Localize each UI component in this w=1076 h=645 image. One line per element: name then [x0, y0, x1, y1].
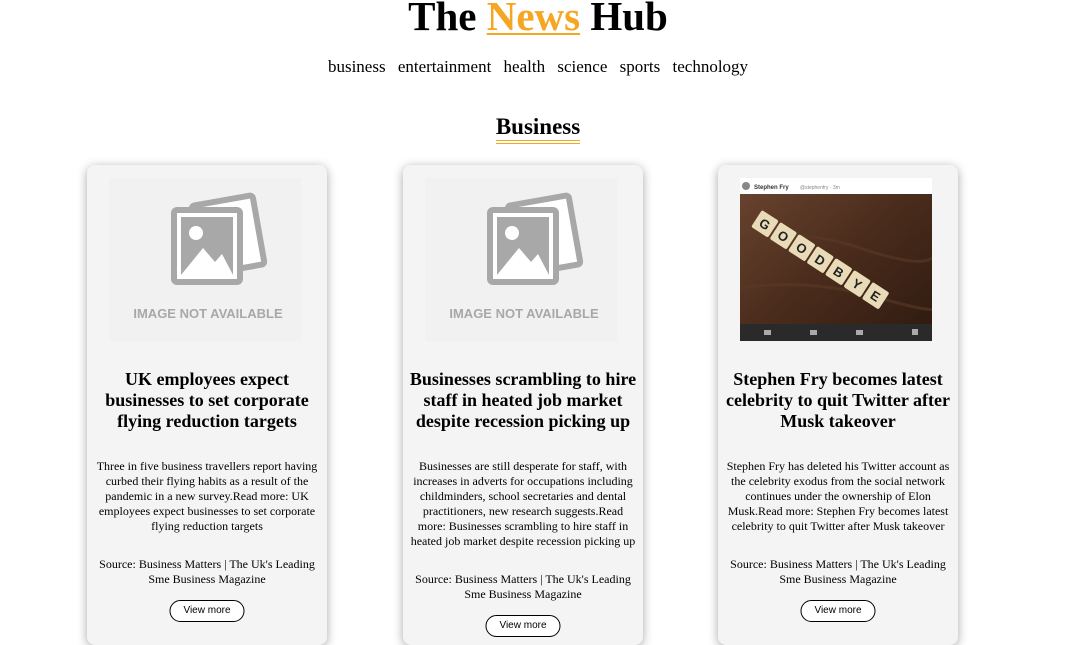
card-source: Source: Business Matters | The Uk's Lead… [415, 572, 631, 601]
view-more-button[interactable]: View more [169, 600, 245, 622]
card-title: Stephen Fry becomes latest celebrity to … [726, 369, 950, 431]
nav-item-sports[interactable]: sports [620, 57, 661, 76]
site-title-prefix: The [408, 0, 477, 39]
card-description: Three in five business travellers report… [96, 459, 318, 533]
image-placeholder-icon: IMAGE NOT AVAILABLE [133, 192, 283, 321]
article-photo: Stephen Fry @stephenfry · 3m G O O D B Y… [740, 178, 932, 341]
site-title-accent[interactable]: News [487, 0, 580, 39]
photo-header-text: Stephen Fry [754, 185, 789, 191]
goodbye-tiles-photo: Stephen Fry @stephenfry · 3m G O O D B Y… [740, 178, 932, 341]
svg-text:@stephenfry · 3m: @stephenfry · 3m [800, 185, 840, 191]
card-source: Source: Business Matters | The Uk's Lead… [99, 557, 315, 586]
view-more-button[interactable]: View more [800, 600, 876, 622]
card-description: Stephen Fry has deleted his Twitter acco… [726, 459, 950, 533]
view-more-button[interactable]: View more [485, 615, 561, 637]
nav-item-health[interactable]: health [504, 57, 546, 76]
image-not-available-placeholder: IMAGE NOT AVAILABLE [425, 178, 617, 341]
section-heading-text: Business [495, 114, 581, 144]
site-title: The News Hub [0, 0, 1076, 46]
image-not-available-placeholder: IMAGE NOT AVAILABLE [109, 178, 301, 341]
placeholder-text: IMAGE NOT AVAILABLE [449, 306, 599, 321]
image-placeholder-icon: IMAGE NOT AVAILABLE [449, 192, 599, 321]
section-heading: Business [0, 114, 1076, 144]
news-card: IMAGE NOT AVAILABLE UK employees expect … [87, 165, 327, 645]
nav-item-technology[interactable]: technology [673, 57, 749, 76]
card-description: Businesses are still desperate for staff… [410, 459, 636, 548]
category-nav: business entertainment health science sp… [0, 56, 1076, 78]
card-title: UK employees expect businesses to set co… [105, 369, 309, 431]
card-source: Source: Business Matters | The Uk's Lead… [730, 557, 946, 586]
nav-item-entertainment[interactable]: entertainment [398, 57, 491, 76]
site-title-suffix: Hub [590, 0, 668, 39]
news-card: IMAGE NOT AVAILABLE Businesses scramblin… [403, 165, 643, 645]
news-card: Stephen Fry @stephenfry · 3m G O O D B Y… [718, 165, 958, 645]
nav-item-science[interactable]: science [557, 57, 607, 76]
nav-item-business[interactable]: business [328, 57, 386, 76]
placeholder-text: IMAGE NOT AVAILABLE [133, 306, 283, 321]
card-title: Businesses scrambling to hire staff in h… [409, 369, 637, 431]
